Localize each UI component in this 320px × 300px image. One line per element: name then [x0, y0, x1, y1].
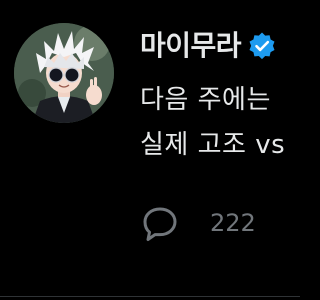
- post-text-line-1: 다음 주에는: [140, 85, 271, 115]
- reply-count: 222: [210, 209, 256, 237]
- post[interactable]: 마이무라 다음 주에는 실제 고조 vs 222: [0, 0, 300, 300]
- display-name[interactable]: 마이무라: [140, 26, 242, 66]
- divider: [0, 296, 300, 297]
- reply-bubble-icon[interactable]: [140, 203, 180, 243]
- verified-badge-icon[interactable]: [247, 31, 277, 61]
- post-text-line-2: 실제 고조 vs: [140, 130, 286, 160]
- author-row: 마이무라: [140, 26, 277, 66]
- action-bar: 222: [140, 203, 256, 243]
- avatar[interactable]: [14, 23, 114, 123]
- avatar-image: [14, 23, 114, 123]
- reply-button[interactable]: [140, 203, 180, 243]
